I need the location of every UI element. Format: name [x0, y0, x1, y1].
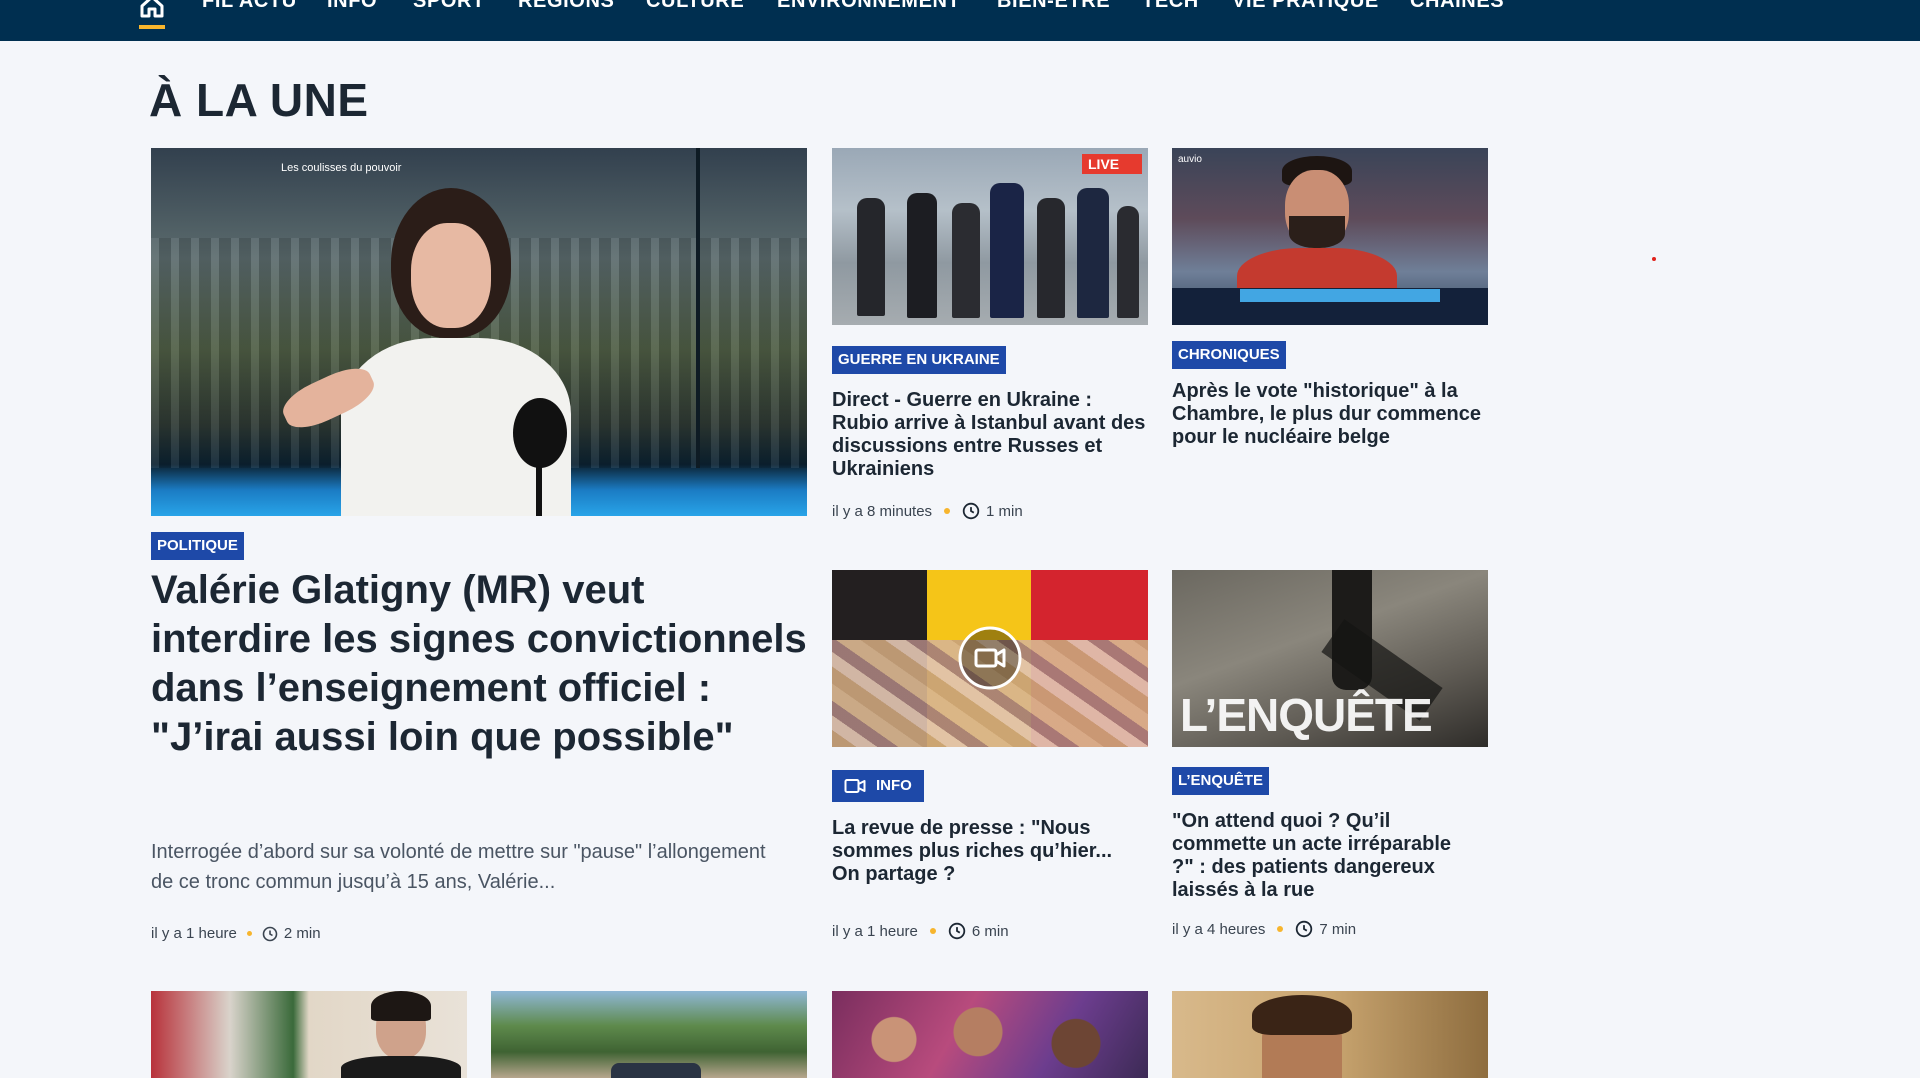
portrait-hair: [371, 991, 431, 1021]
article-ukraine-image[interactable]: LIVE: [832, 148, 1148, 325]
article-revue-time: il y a 1 heure: [832, 922, 918, 940]
auvio-logo: auvio: [1178, 154, 1202, 165]
article-row3-image-3[interactable]: [832, 991, 1148, 1078]
enquete-wordmark: L’ENQUÊTE: [1180, 689, 1433, 741]
article-revue-read-time: 6 min: [971, 922, 1009, 940]
image-overlay-text: Les coulisses du pouvoir: [281, 162, 402, 174]
article-ukraine-title[interactable]: Direct - Guerre en Ukraine : Rubio arriv…: [832, 389, 1148, 481]
speaker-figure: [276, 188, 601, 516]
article-ukraine-read-time: 1 min: [986, 502, 1023, 520]
article-revue-meta: il y a 1 heure 6 min: [832, 922, 1009, 940]
article-ukraine-meta: il y a 8 minutes 1 min: [832, 502, 1023, 520]
video-icon: [844, 779, 866, 793]
main-article-time: il y a 1 heure: [151, 925, 237, 942]
main-article-read-time: 2 min: [283, 925, 321, 942]
article-enquete-image[interactable]: L’ENQUÊTE: [1172, 570, 1488, 747]
separator-dot: [246, 931, 252, 936]
article-revue-tag-label: INFO: [876, 777, 912, 794]
article-revue-image[interactable]: [832, 570, 1148, 747]
article-enquete-tag[interactable]: L’ENQUÊTE: [1172, 767, 1270, 795]
nav-bien-etre[interactable]: BIEN-ÊTRE: [997, 0, 1110, 13]
home-icon: [140, 0, 164, 18]
article-ukraine-time: il y a 8 minutes: [832, 502, 933, 520]
microphone-stand: [536, 458, 542, 516]
video-play-icon[interactable]: [958, 626, 1022, 690]
article-row3-image-2[interactable]: [491, 991, 807, 1078]
main-article-meta: il y a 1 heure 2 min: [151, 925, 321, 942]
clock-icon: [948, 922, 966, 940]
hair-figure: [1252, 995, 1352, 1035]
live-badge: LIVE: [1082, 154, 1142, 174]
article-chroniques-image[interactable]: auvio: [1172, 148, 1488, 325]
article-revue-title[interactable]: La revue de presse : "Nous sommes plus r…: [832, 817, 1132, 886]
nav-vie-pratique[interactable]: VIE PRATIQUE: [1232, 0, 1379, 13]
people-group: [852, 178, 1142, 318]
main-article-summary: Interrogée d’abord sur sa volonté de met…: [151, 841, 766, 893]
crowd-faces: [852, 1001, 1132, 1078]
separator-dot: [1277, 926, 1284, 932]
article-enquete-title[interactable]: "On attend quoi ? Qu’il commette un acte…: [1172, 810, 1472, 902]
separator-dot: [944, 508, 951, 514]
article-row3-image-1[interactable]: [151, 991, 467, 1078]
section-title: À LA UNE: [149, 74, 369, 126]
separator-dot: [929, 928, 936, 934]
article-revue-tag[interactable]: INFO: [832, 770, 924, 802]
article-row3-image-4[interactable]: [1172, 991, 1488, 1078]
main-article-image[interactable]: Les coulisses du pouvoir: [151, 148, 807, 516]
main-article-title[interactable]: Valérie Glatigny (MR) veut interdire les…: [151, 566, 813, 762]
nav-tech[interactable]: TECH: [1142, 0, 1199, 13]
nav-regions[interactable]: RÉGIONS: [518, 0, 614, 13]
nav-fil-actu[interactable]: FIL ACTU: [202, 0, 297, 13]
lower-third-highlight: [1240, 289, 1440, 302]
clock-icon: [262, 926, 278, 941]
nav-sport[interactable]: SPORT: [413, 0, 485, 13]
car-shape: [611, 1063, 701, 1078]
article-chroniques-tag[interactable]: CHRONIQUES: [1172, 341, 1286, 369]
article-chroniques-title[interactable]: Après le vote "historique" à la Chambre,…: [1172, 380, 1488, 449]
article-ukraine-tag-label: GUERRE EN UKRAINE: [838, 351, 1000, 368]
main-article-tag[interactable]: POLITIQUE: [151, 532, 244, 560]
article-enquete-time: il y a 4 heures: [1172, 920, 1266, 938]
top-navigation: FIL ACTU INFO SPORT RÉGIONS CULTURE ENVI…: [0, 0, 1920, 41]
nav-chaines[interactable]: CHAÎNES: [1410, 0, 1504, 13]
home-button[interactable]: [139, 0, 165, 29]
nav-environnement[interactable]: ENVIRONNEMENT: [777, 0, 960, 13]
active-indicator: [139, 25, 165, 29]
article-chroniques-tag-label: CHRONIQUES: [1178, 346, 1280, 363]
article-enquete-meta: il y a 4 heures 7 min: [1172, 920, 1356, 938]
article-enquete-tag-label: L’ENQUÊTE: [1178, 772, 1264, 789]
screen-divider: [696, 148, 700, 468]
clock-icon: [962, 502, 980, 520]
main-article-tag-label: POLITIQUE: [157, 537, 238, 554]
clock-icon: [1296, 920, 1313, 938]
article-enquete-read-time: 7 min: [1319, 920, 1357, 938]
portrait-shoulders: [341, 1056, 461, 1078]
cursor-dot: [1652, 257, 1656, 261]
article-ukraine-tag[interactable]: GUERRE EN UKRAINE: [832, 346, 1006, 374]
presenter-figure: [1237, 156, 1397, 318]
nav-culture[interactable]: CULTURE: [646, 0, 744, 13]
nav-info[interactable]: INFO: [327, 0, 377, 13]
